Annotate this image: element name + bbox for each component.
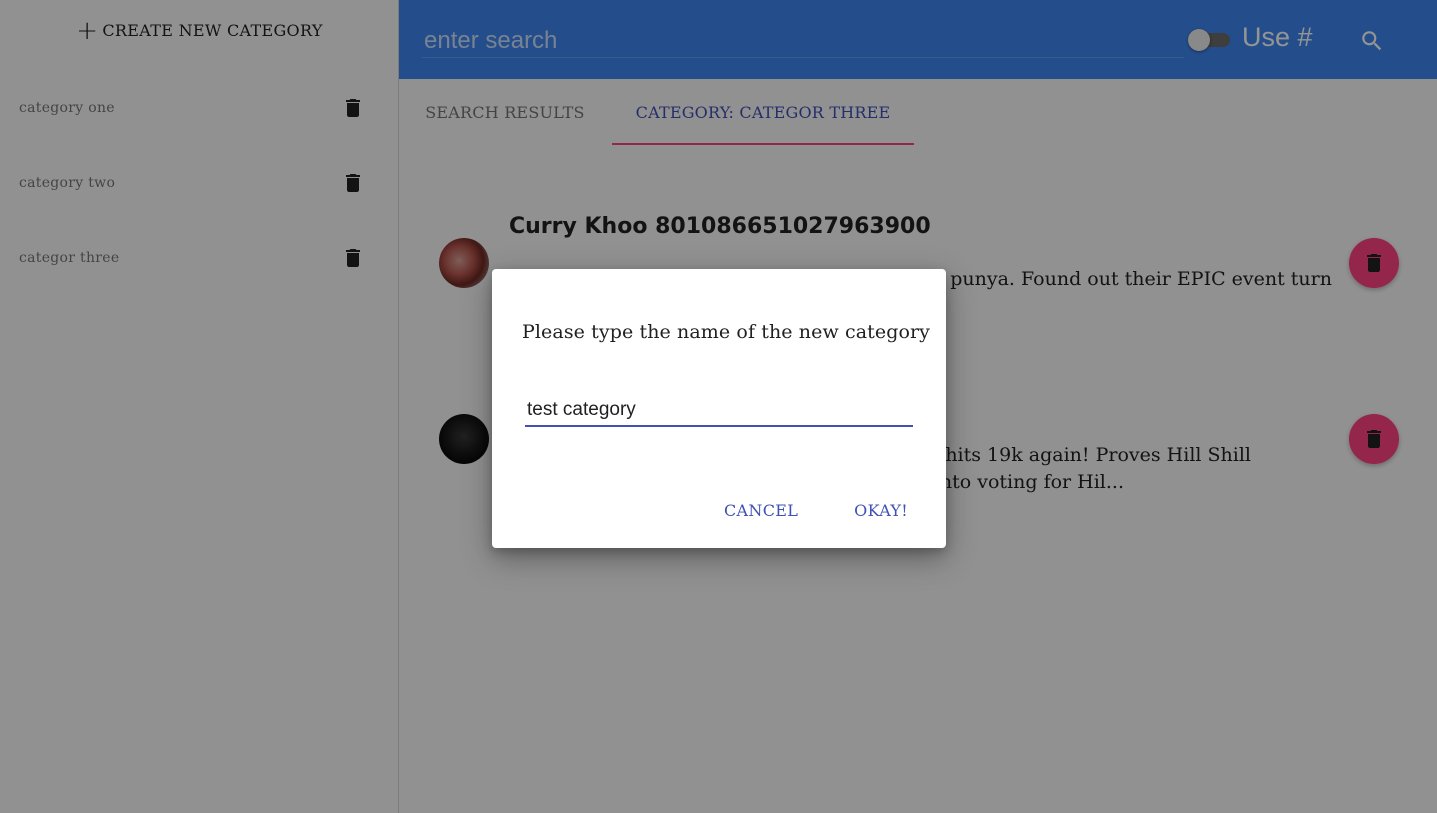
cancel-button[interactable]: CANCEL — [716, 493, 806, 528]
okay-button[interactable]: OKAY! — [846, 493, 916, 528]
dialog-actions: CANCEL OKAY! — [716, 493, 916, 528]
dialog-title: Please type the name of the new category — [522, 321, 931, 343]
category-name-input[interactable] — [525, 395, 913, 427]
new-category-dialog: Please type the name of the new category… — [492, 269, 946, 548]
